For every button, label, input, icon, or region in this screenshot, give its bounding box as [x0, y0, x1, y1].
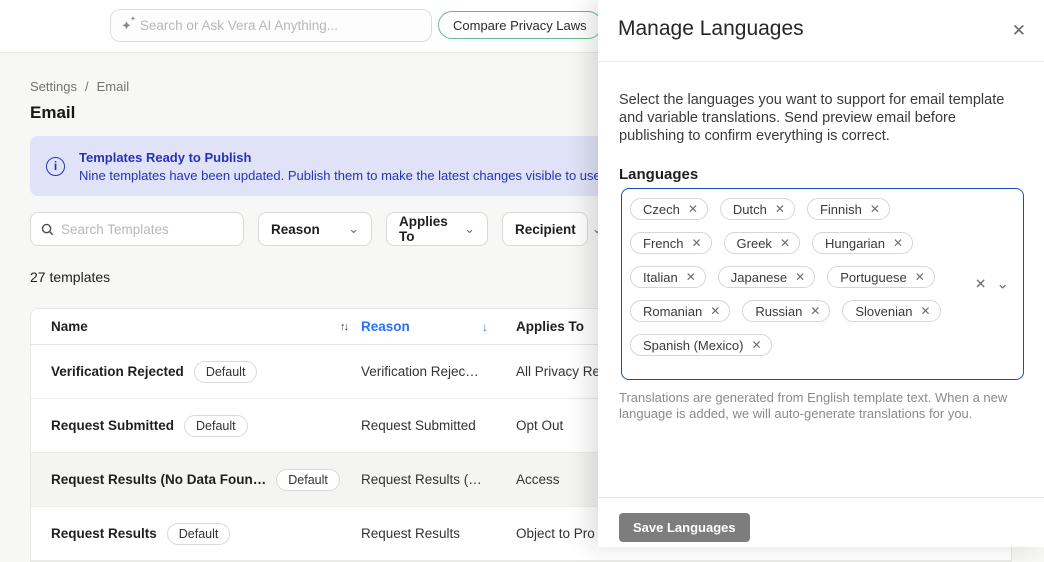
info-icon: i: [46, 157, 65, 176]
language-chip-label: Hungarian: [825, 236, 885, 251]
language-chip: Italian ✕: [630, 266, 706, 288]
remove-language-icon[interactable]: ✕: [780, 236, 790, 250]
sort-icon[interactable]: ↑↓: [340, 321, 347, 333]
language-chip-label: Romanian: [643, 304, 702, 319]
breadcrumb-separator: /: [85, 79, 89, 94]
panel-header: Manage Languages ✕: [598, 0, 1044, 62]
sort-descending-icon[interactable]: ↓: [482, 320, 488, 334]
panel-description: Select the languages you want to support…: [619, 91, 1023, 145]
default-badge: Default: [194, 361, 258, 383]
language-chip-label: Slovenian: [855, 304, 912, 319]
manage-languages-panel: Manage Languages ✕ Select the languages …: [598, 0, 1044, 547]
languages-label: Languages: [619, 166, 698, 183]
template-search-field[interactable]: [30, 212, 244, 246]
language-chip-label: Portuguese: [840, 270, 907, 285]
breadcrumb-settings[interactable]: Settings: [30, 79, 77, 94]
languages-multiselect[interactable]: Czech ✕ Dutch ✕ Finnish ✕ French ✕ Greek ✕ Hu…: [621, 188, 1024, 380]
reason-cell: Request Results (…: [361, 472, 482, 487]
close-icon[interactable]: ✕: [1012, 21, 1026, 41]
template-search-input[interactable]: [61, 222, 233, 237]
language-chip: Japanese ✕: [718, 266, 815, 288]
chevron-down-icon: ⌄: [464, 225, 475, 233]
recipient-filter-dropdown[interactable]: Recipient ⌄: [502, 212, 588, 246]
language-chip-label: Czech: [643, 202, 680, 217]
language-chip: Romanian ✕: [630, 300, 730, 322]
column-header-name[interactable]: Name ↑↓: [31, 319, 361, 334]
applies-to-cell: Opt Out: [516, 418, 563, 433]
template-name: Request Results: [51, 526, 157, 541]
remove-language-icon[interactable]: ✕: [688, 202, 698, 216]
language-chip-label: Japanese: [731, 270, 787, 285]
default-badge: Default: [184, 415, 248, 437]
template-name: Verification Rejected: [51, 364, 184, 379]
clear-all-icon[interactable]: ✕: [975, 276, 987, 293]
panel-footer: Save Languages: [598, 497, 1044, 547]
applies-to-cell: Access: [516, 472, 560, 487]
remove-language-icon[interactable]: ✕: [915, 270, 925, 284]
language-chip-label: Italian: [643, 270, 678, 285]
remove-language-icon[interactable]: ✕: [870, 202, 880, 216]
language-chip: Russian ✕: [742, 300, 830, 322]
default-badge: Default: [167, 523, 231, 545]
language-chip: Dutch ✕: [720, 198, 795, 220]
remove-language-icon[interactable]: ✕: [775, 202, 785, 216]
banner-message: Nine templates have been updated. Publis…: [79, 168, 601, 183]
language-chip-label: Greek: [737, 236, 772, 251]
page-title: Email: [30, 103, 75, 123]
remove-language-icon[interactable]: ✕: [751, 338, 761, 352]
language-chip: Greek ✕: [724, 232, 800, 254]
applies-to-cell: Object to Pro: [516, 526, 595, 541]
remove-language-icon[interactable]: ✕: [691, 236, 701, 250]
translations-helper-text: Translations are generated from English …: [619, 390, 1027, 422]
ai-search-bar[interactable]: ✦✦: [110, 9, 432, 42]
banner-title: Templates Ready to Publish: [79, 150, 601, 165]
compare-privacy-laws-button[interactable]: Compare Privacy Laws: [438, 11, 602, 39]
breadcrumb-email[interactable]: Email: [97, 79, 130, 94]
language-chip-label: Spanish (Mexico): [643, 338, 743, 353]
language-chip: Slovenian ✕: [842, 300, 940, 322]
reason-cell: Request Submitted: [361, 418, 476, 433]
reason-filter-dropdown[interactable]: Reason ⌄: [258, 212, 372, 246]
language-chip-label: French: [643, 236, 683, 251]
remove-language-icon[interactable]: ✕: [920, 304, 930, 318]
language-chip-label: Russian: [755, 304, 802, 319]
recipient-filter-label: Recipient: [515, 222, 576, 237]
banner-text: Templates Ready to Publish Nine template…: [79, 150, 601, 183]
reason-cell: Verification Rejec…: [361, 364, 479, 379]
ai-search-input[interactable]: [140, 18, 421, 33]
reason-filter-label: Reason: [271, 222, 320, 237]
language-chip: Portuguese ✕: [827, 266, 935, 288]
remove-language-icon[interactable]: ✕: [686, 270, 696, 284]
remove-language-icon[interactable]: ✕: [810, 304, 820, 318]
column-header-reason[interactable]: Reason ↓: [361, 319, 516, 334]
language-chip: Spanish (Mexico) ✕: [630, 334, 772, 356]
language-chip: Finnish ✕: [807, 198, 890, 220]
language-chip-label: Finnish: [820, 202, 862, 217]
applies-to-filter-dropdown[interactable]: Applies To ⌄: [386, 212, 488, 246]
breadcrumb: Settings / Email: [30, 79, 129, 94]
applies-to-filter-label: Applies To: [399, 214, 448, 244]
language-chip: French ✕: [630, 232, 712, 254]
language-chip: Hungarian ✕: [812, 232, 913, 254]
remove-language-icon[interactable]: ✕: [795, 270, 805, 284]
filters-row: Reason ⌄ Applies To ⌄ Recipient ⌄: [30, 212, 588, 246]
language-chip-label: Dutch: [733, 202, 767, 217]
search-icon: [41, 223, 54, 236]
reason-cell: Request Results: [361, 526, 460, 541]
applies-to-cell: All Privacy Re: [516, 364, 600, 379]
save-languages-button[interactable]: Save Languages: [619, 513, 750, 542]
chevron-down-icon[interactable]: ⌄: [996, 280, 1009, 288]
remove-language-icon[interactable]: ✕: [710, 304, 720, 318]
template-name: Request Results (No Data Foun…: [51, 472, 266, 487]
templates-count: 27 templates: [30, 269, 110, 285]
panel-title: Manage Languages: [618, 17, 804, 41]
sparkle-icon: ✦✦: [121, 19, 132, 32]
chevron-down-icon: ⌄: [348, 225, 359, 233]
language-chip: Czech ✕: [630, 198, 708, 220]
remove-language-icon[interactable]: ✕: [893, 236, 903, 250]
multiselect-controls: ✕ ⌄: [975, 276, 1009, 293]
default-badge: Default: [276, 469, 340, 491]
language-chips: Czech ✕ Dutch ✕ Finnish ✕ French ✕ Greek ✕ Hu…: [630, 198, 961, 356]
template-name: Request Submitted: [51, 418, 174, 433]
